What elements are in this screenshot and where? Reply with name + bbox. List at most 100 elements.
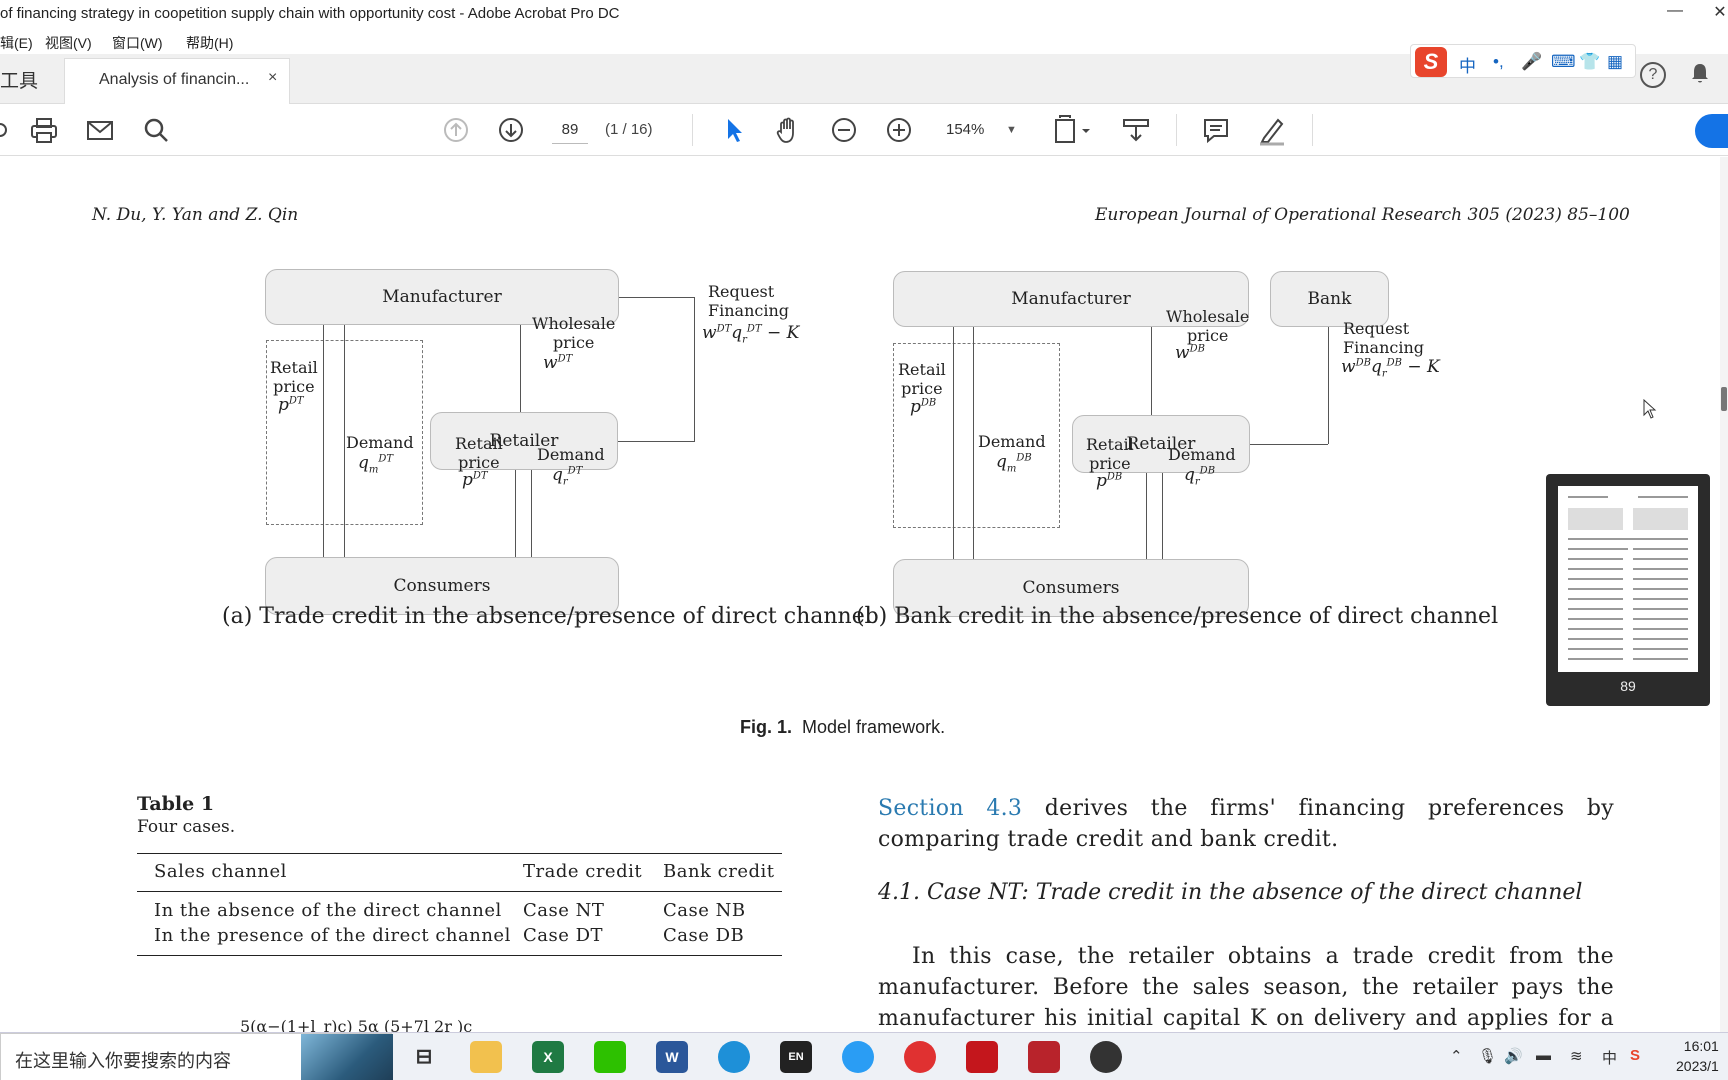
task-view-icon[interactable]: ⊟ — [408, 1041, 440, 1073]
document-page: N. Du, Y. Yan and Z. Qin European Journa… — [0, 157, 1720, 1032]
next-page-icon[interactable] — [495, 114, 527, 146]
tab-document[interactable]: Analysis of financin... × — [64, 58, 290, 104]
highlight-pen-icon[interactable] — [1256, 114, 1288, 146]
tab-document-label: Analysis of financin... — [99, 71, 250, 88]
print-icon[interactable] — [28, 114, 60, 146]
arrow-line — [1146, 473, 1147, 559]
fit-page-icon[interactable] — [1052, 114, 1092, 146]
scrollbar-thumb[interactable] — [1721, 387, 1727, 411]
mouse-cursor-icon — [1643, 398, 1657, 424]
comment-icon[interactable] — [1200, 114, 1232, 146]
running-header-journal: European Journal of Operational Research… — [1095, 205, 1630, 225]
wholesale-price-symbol: wDB — [1175, 343, 1205, 363]
email-icon[interactable] — [84, 114, 116, 146]
partial-equation: 5(α−(1+l_r)c) 5α (5+7l 2r )c — [240, 1017, 473, 1032]
notification-bell-icon[interactable] — [1690, 62, 1710, 90]
request-financing-label: Request Financing — [1343, 319, 1424, 357]
language-en-icon[interactable]: EN — [780, 1041, 812, 1073]
tray-chevron-icon[interactable]: ⌃ — [1450, 1047, 1463, 1065]
tray-mic-icon[interactable]: 🎙 — [1478, 1047, 1497, 1065]
taskbar-search-placeholder: 在这里输入你要搜索的内容 — [15, 1051, 231, 1071]
scroll-mode-icon[interactable] — [1120, 114, 1152, 146]
excel-icon[interactable]: X — [532, 1041, 564, 1073]
ime-mic-icon[interactable]: 🎤 — [1521, 52, 1542, 72]
section-heading: 4.1. Case NT: Trade credit in the absenc… — [878, 880, 1583, 905]
help-icon[interactable]: ? — [1640, 62, 1666, 88]
tray-volume-icon[interactable]: 🔊 — [1504, 1047, 1523, 1065]
retail-price-label: Retail price — [1086, 435, 1134, 473]
search-highlight-image — [301, 1034, 393, 1080]
arrow-line — [520, 325, 521, 412]
tab-tools[interactable]: 工具 — [0, 66, 38, 93]
retail-price-label: Retail price — [898, 360, 946, 398]
close-window-button[interactable]: ✕ — [1705, 2, 1728, 26]
financing-formula-b: wDBqrDB − K — [1341, 357, 1440, 380]
title-bar: of financing strategy in coopetition sup… — [0, 0, 1728, 30]
page-count: (1 / 16) — [605, 121, 653, 138]
retail-price-label: Retail price — [455, 434, 503, 472]
wholesale-price-symbol: wDT — [543, 353, 573, 373]
tray-sogou-icon[interactable]: S — [1630, 1047, 1640, 1064]
table-header: Trade credit — [523, 861, 643, 882]
tab-close-icon[interactable]: × — [268, 69, 277, 87]
arrow-line — [1151, 327, 1152, 415]
table-cell: Case DB — [663, 925, 745, 946]
thumbnail-page-number: 89 — [1620, 678, 1636, 694]
file-explorer-icon[interactable] — [470, 1041, 502, 1073]
arrow-line — [619, 297, 695, 298]
wholesale-price-label: Wholesale price — [532, 314, 616, 352]
demand-label: Demand — [346, 433, 414, 452]
ime-skin-icon[interactable]: 👕 — [1579, 52, 1600, 72]
obs-icon[interactable] — [1090, 1041, 1122, 1073]
figure-b-caption: (b) Bank credit in the absence/presence … — [856, 604, 1499, 629]
app-gear-icon[interactable] — [1028, 1041, 1060, 1073]
select-cursor-icon[interactable] — [718, 114, 750, 146]
chevron-down-icon: ▼ — [1006, 124, 1017, 136]
page-number-input[interactable]: 89 — [552, 116, 588, 144]
arrow-line — [973, 327, 974, 559]
menu-edit[interactable]: 辑(E) — [0, 33, 33, 53]
ime-chinese-mode[interactable]: 中 — [1459, 52, 1476, 77]
taskbar-search[interactable]: 在这里输入你要搜索的内容 — [0, 1033, 393, 1080]
translate-icon[interactable] — [842, 1041, 874, 1073]
zoom-in-icon[interactable] — [883, 114, 915, 146]
minimize-button[interactable]: — — [1660, 2, 1690, 26]
arrow-line — [1162, 473, 1163, 559]
wechat-icon[interactable] — [594, 1041, 626, 1073]
prev-page-icon[interactable] — [440, 114, 472, 146]
menu-help[interactable]: 帮助(H) — [186, 33, 233, 53]
tray-ime-icon[interactable]: 中 — [1602, 1047, 1617, 1068]
menu-window[interactable]: 窗口(W) — [112, 33, 163, 53]
arrow-line — [531, 470, 532, 557]
share-button[interactable] — [1695, 114, 1728, 148]
zoom-out-icon[interactable] — [828, 114, 860, 146]
ime-keyboard-icon[interactable]: ⌨ — [1551, 52, 1576, 72]
tray-wifi-icon[interactable]: ≋ — [1570, 1047, 1583, 1065]
sogou-logo-icon[interactable]: S — [1415, 47, 1447, 77]
page-thumbnail-preview[interactable]: 89 — [1546, 474, 1710, 706]
word-icon[interactable]: W — [656, 1041, 688, 1073]
zoom-select[interactable]: 154% ▼ — [946, 116, 1022, 144]
hand-tool-icon[interactable] — [772, 114, 804, 146]
section-link[interactable]: Section 4.3 — [878, 796, 1022, 821]
edge-icon[interactable] — [718, 1041, 750, 1073]
system-clock[interactable]: 16:01 2023/1 — [1676, 1036, 1719, 1076]
table-cell: Case DT — [523, 925, 604, 946]
search-icon[interactable] — [140, 114, 172, 146]
financing-formula-a: wDTqrDT − K — [702, 323, 800, 346]
save-icon[interactable] — [0, 114, 10, 146]
tray-battery-icon[interactable]: ▬ — [1536, 1047, 1551, 1064]
main-toolbar: 89 (1 / 16) 154% ▼ — [0, 104, 1728, 156]
acrobat-icon[interactable] — [966, 1041, 998, 1073]
ime-apps-icon[interactable]: ▦ — [1607, 52, 1623, 72]
netease-music-icon[interactable] — [904, 1041, 936, 1073]
demand-direct-symbol: qmDB — [996, 452, 1032, 475]
paragraph-case-nt: In this case, the retailer obtains a tra… — [878, 944, 1614, 1031]
retail-price-symbol: pDB — [910, 397, 937, 417]
vertical-scrollbar[interactable] — [1720, 157, 1728, 1032]
table-rule — [137, 891, 782, 892]
arrow-line — [1250, 444, 1328, 445]
ime-punct-icon[interactable]: •, — [1493, 52, 1504, 72]
menu-view[interactable]: 视图(V) — [45, 33, 92, 53]
arrow-line — [344, 325, 345, 557]
